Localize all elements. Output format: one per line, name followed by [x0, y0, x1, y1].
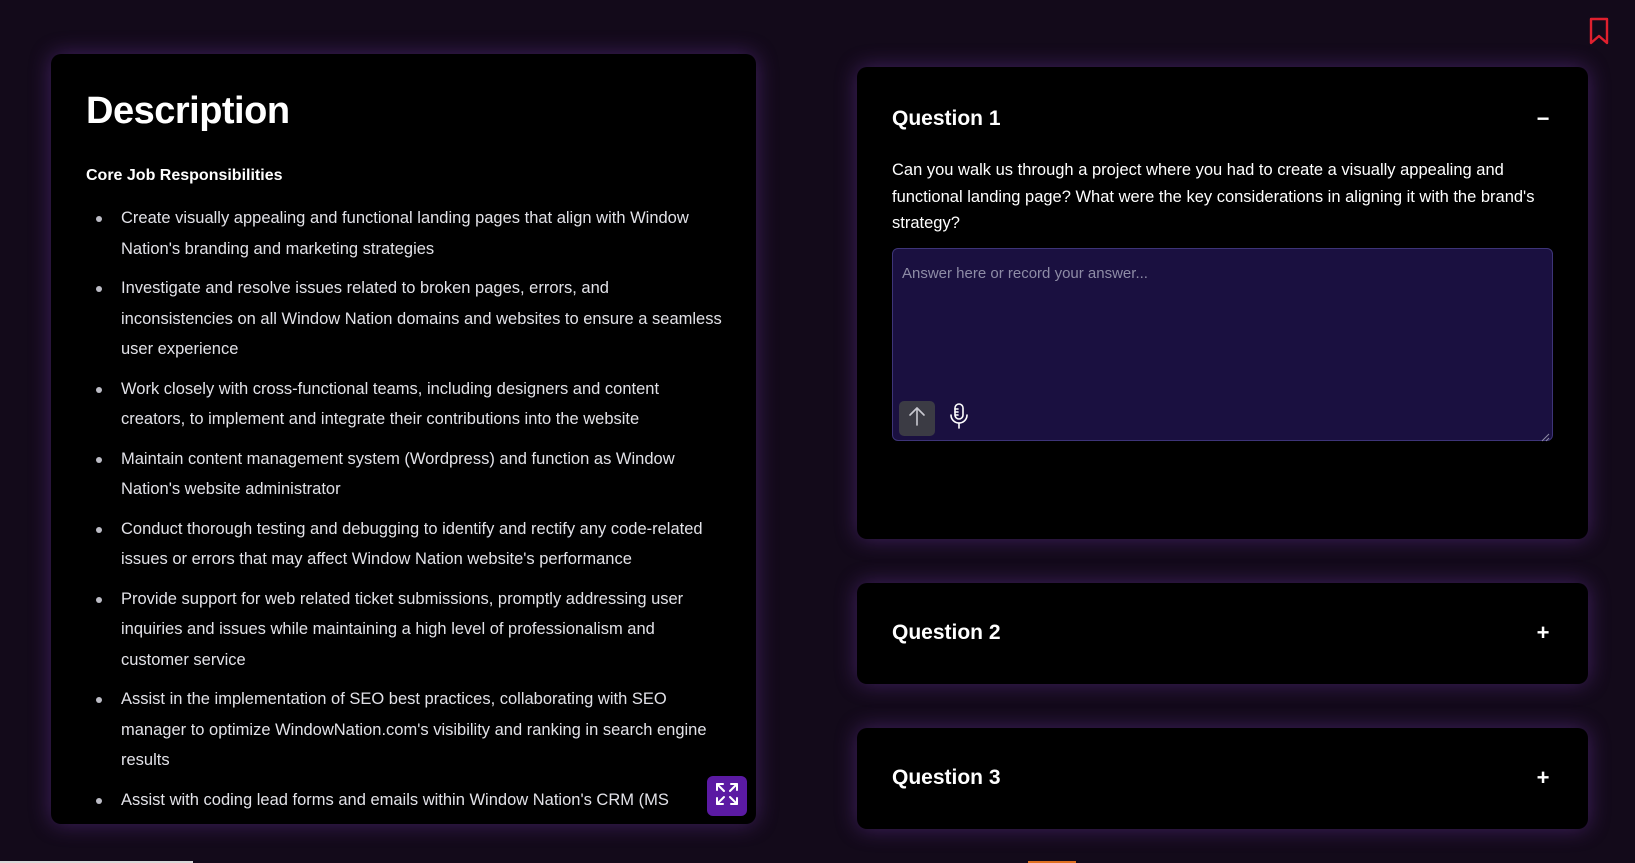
list-item-text: Conduct thorough testing and debugging t…: [121, 519, 703, 569]
question-header-3[interactable]: Question 3 +: [857, 728, 1588, 828]
send-button[interactable]: [899, 401, 935, 436]
bullet-icon: [96, 596, 102, 603]
question-title: Question 2: [892, 621, 1001, 644]
record-button[interactable]: [947, 402, 971, 435]
list-item-text: Provide support for web related ticket s…: [121, 589, 684, 669]
bullet-icon: [96, 386, 102, 393]
list-item: Provide support for web related ticket s…: [86, 584, 722, 676]
expand-button[interactable]: [707, 776, 747, 816]
expand-plus-icon[interactable]: +: [1533, 620, 1553, 646]
expand-plus-icon[interactable]: +: [1533, 765, 1553, 791]
bullet-icon: [96, 456, 102, 463]
expand-icon: [714, 781, 740, 812]
resize-handle[interactable]: [1541, 429, 1550, 442]
question-title: Question 1: [892, 107, 1001, 130]
answer-input[interactable]: [893, 249, 1552, 389]
list-item-text: Maintain content management system (Word…: [121, 449, 675, 499]
list-item: Maintain content management system (Word…: [86, 444, 722, 505]
list-item: Investigate and resolve issues related t…: [86, 273, 722, 365]
list-item-text: Assist with coding lead forms and emails…: [121, 790, 669, 809]
question-card-1: Question 1 − Can you walk us through a p…: [857, 67, 1588, 539]
question-title: Question 3: [892, 766, 1001, 789]
responsibilities-list: Create visually appealing and functional…: [86, 203, 722, 815]
list-item-text: Work closely with cross-functional teams…: [121, 379, 660, 429]
bullet-icon: [96, 286, 102, 292]
bullet-icon: [96, 797, 102, 804]
collapse-icon[interactable]: −: [1533, 106, 1553, 132]
bullet-icon: [96, 216, 102, 222]
list-item: Conduct thorough testing and debugging t…: [86, 514, 722, 575]
question-text: Can you walk us through a project where …: [892, 161, 1535, 232]
description-title: Description: [86, 90, 290, 132]
list-item-text: Assist in the implementation of SEO best…: [121, 690, 707, 769]
question-header-1[interactable]: Question 1 −: [857, 67, 1588, 171]
description-panel: Description Core Job Responsibilities Cr…: [51, 54, 756, 824]
question-card-2: Question 2 +: [857, 583, 1588, 684]
list-item: Work closely with cross-functional teams…: [86, 374, 722, 435]
page: Description Core Job Responsibilities Cr…: [0, 0, 1635, 863]
bookmark-icon[interactable]: [1585, 16, 1613, 46]
list-item-text: Investigate and resolve issues related t…: [121, 279, 722, 358]
arrow-up-icon: [907, 405, 927, 432]
answer-toolbar: [899, 401, 971, 436]
question-card-3: Question 3 +: [857, 728, 1588, 829]
bullet-icon: [96, 526, 102, 533]
list-item: Assist with coding lead forms and emails…: [86, 785, 722, 816]
list-item-text: Create visually appealing and functional…: [121, 209, 689, 258]
list-item: Assist in the implementation of SEO best…: [86, 684, 722, 776]
microphone-icon: [949, 402, 969, 435]
question-header-2[interactable]: Question 2 +: [857, 583, 1588, 683]
list-item: Create visually appealing and functional…: [86, 203, 722, 264]
bullet-icon: [96, 697, 102, 703]
description-subtitle: Core Job Responsibilities: [86, 167, 283, 184]
answer-box: [892, 248, 1553, 442]
